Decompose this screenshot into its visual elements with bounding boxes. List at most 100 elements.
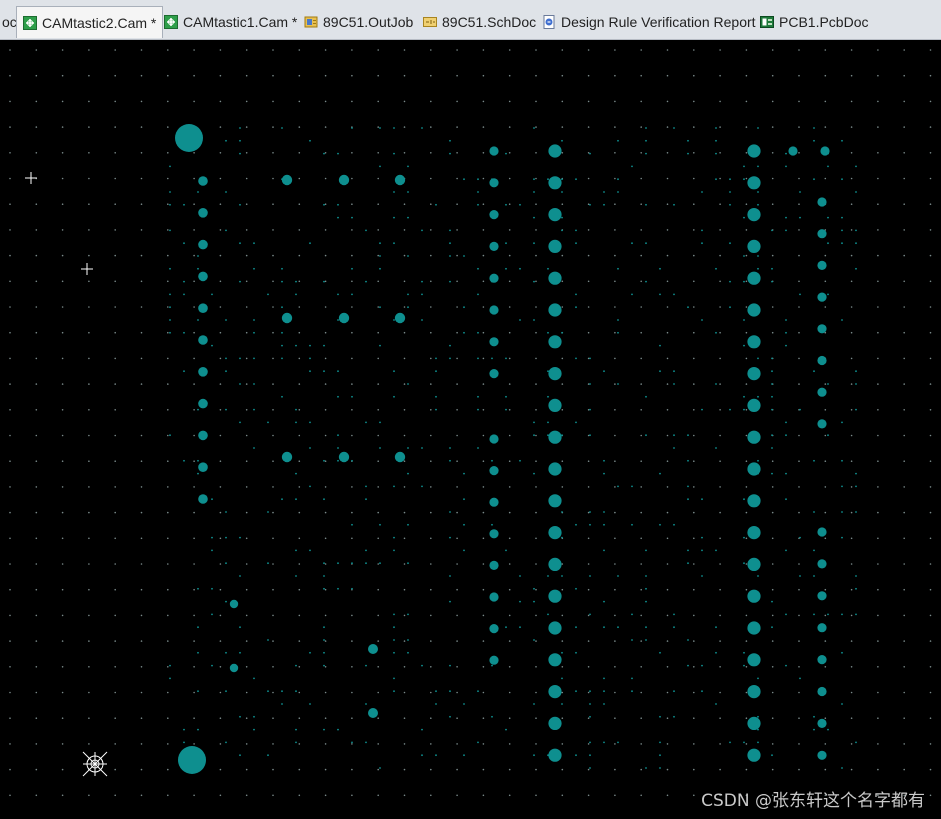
grid-dot (272, 460, 274, 463)
grid-dot (114, 794, 116, 797)
grid-dot (377, 409, 380, 411)
grid-dot (508, 331, 511, 334)
trace-dot (561, 331, 563, 334)
grid-dot (430, 254, 432, 257)
grid-dot (929, 100, 932, 103)
trace-dot (253, 319, 255, 321)
pad (817, 623, 827, 633)
grid-dot (167, 49, 169, 51)
grid-dot (614, 717, 616, 719)
grid-dot (903, 229, 905, 231)
trace-dot (197, 319, 199, 321)
trace-dot (225, 191, 227, 193)
trace-dot (715, 178, 717, 181)
grid-dot (114, 229, 116, 231)
grid-dot (167, 588, 169, 591)
trace-dot (323, 575, 325, 577)
tab-outjob[interactable]: 89C51.OutJob (298, 6, 419, 37)
grid-dot (114, 434, 116, 437)
trace-dot (281, 267, 283, 270)
tab-camtastic2[interactable]: CAMtastic2.Cam * (16, 6, 164, 38)
trace-dot (253, 357, 255, 360)
grid-dot (167, 177, 169, 180)
trace-dot (785, 216, 787, 219)
grid-dot (193, 100, 195, 103)
grid-dot (798, 49, 800, 51)
grid-dot (640, 588, 642, 591)
tab-label: CAMtastic2.Cam * (42, 14, 157, 31)
grid-dot (430, 306, 432, 308)
trace-dot (701, 575, 703, 577)
grid-dot (798, 74, 800, 77)
grid-dot (903, 460, 905, 463)
grid-dot (693, 511, 695, 514)
tab-schdoc[interactable]: 89C51.SchDoc (417, 6, 542, 37)
trace-dot (211, 498, 213, 501)
grid-dot (219, 177, 222, 180)
grid-dot (140, 177, 143, 180)
grid-dot (877, 177, 879, 180)
trace-dot (687, 664, 689, 667)
trace-dot (533, 242, 535, 245)
grid-dot (877, 460, 879, 463)
trace-dot (407, 613, 409, 616)
trace-dot (463, 472, 465, 475)
grid-dot (298, 743, 301, 745)
grid-dot (798, 152, 800, 154)
tab-label: oc (2, 13, 17, 30)
trace-dot (561, 677, 563, 680)
grid-dot (640, 306, 642, 308)
grid-dot (377, 331, 380, 334)
trace-dot (827, 383, 829, 385)
tab-pcbdoc[interactable]: PCB1.PcbDoc (754, 6, 874, 37)
trace-dot (407, 383, 409, 385)
grid-dot (140, 511, 143, 514)
grid-dot (219, 511, 222, 514)
grid-dot (482, 177, 485, 180)
grid-dot (140, 537, 143, 540)
grid-dot (298, 203, 301, 205)
grid-dot (456, 640, 458, 642)
trace-dot (211, 293, 213, 296)
tab-camtastic1[interactable]: CAMtastic1.Cam * (158, 6, 303, 37)
trace-dot (309, 651, 311, 654)
grid-dot (88, 306, 90, 308)
grid-dot (245, 614, 248, 617)
pad (548, 208, 562, 222)
trace-dot (309, 370, 311, 373)
trace-dot (785, 165, 787, 168)
grid-dot (535, 229, 537, 231)
grid-dot (61, 511, 64, 514)
tab-drc-report[interactable]: Design Rule Verification Report (536, 6, 762, 37)
trace-dot (323, 562, 325, 565)
trace-dot (715, 139, 717, 142)
grid-dot (929, 717, 932, 719)
grid-dot (430, 717, 432, 719)
grid-dot (61, 460, 64, 463)
trace-dot (281, 280, 283, 283)
grid-dot (693, 691, 695, 694)
grid-dot (798, 434, 800, 437)
grid-dot (245, 126, 248, 128)
grid-dot (693, 203, 695, 205)
grid-dot (377, 768, 380, 771)
trace-dot (799, 536, 801, 539)
pad (747, 716, 761, 731)
grid-dot (482, 640, 485, 642)
grid-dot (298, 486, 301, 488)
cam-board-canvas[interactable] (0, 40, 941, 819)
grid-dot (114, 49, 116, 51)
trace-dot (295, 498, 297, 501)
trace-dot (603, 741, 605, 744)
grid-dot (272, 409, 274, 411)
grid-dot (9, 511, 11, 514)
grid-dot (298, 331, 301, 334)
grid-dot (798, 691, 800, 694)
grid-dot (456, 486, 458, 488)
trace-dot (589, 715, 591, 718)
trace-dot (715, 127, 717, 129)
grid-dot (35, 280, 38, 283)
trace-dot (631, 523, 633, 526)
grid-dot (640, 666, 642, 668)
grid-dot (88, 126, 90, 128)
